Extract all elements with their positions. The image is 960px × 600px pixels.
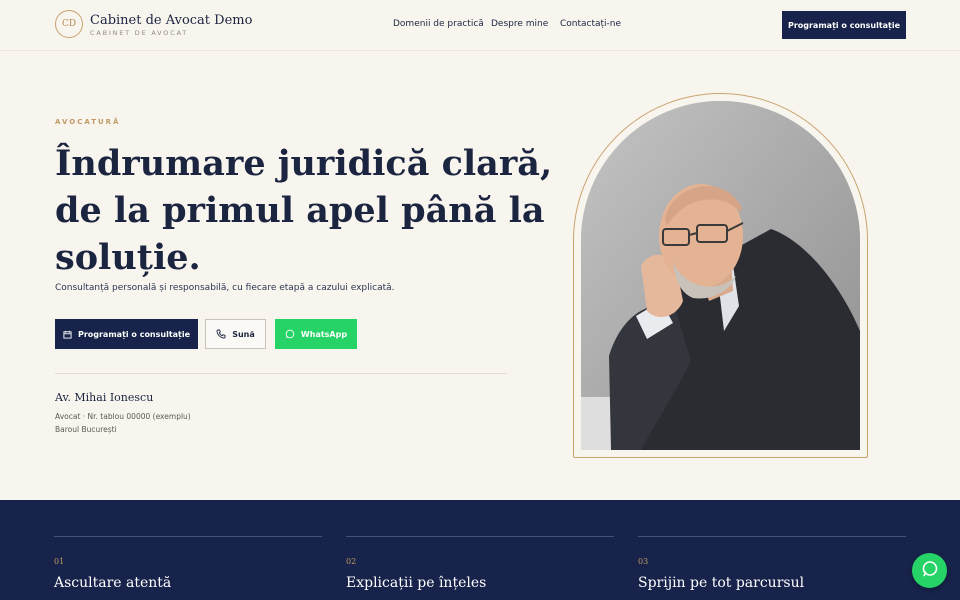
book-consultation-label: Programați o consultație	[77, 329, 191, 339]
hero-eyebrow: AVOCATURĂ	[55, 118, 121, 126]
nav-link-contact[interactable]: Contactați-ne	[560, 19, 621, 29]
headline-line: soluție.	[55, 237, 201, 278]
whatsapp-button[interactable]: WhatsApp	[275, 319, 357, 349]
site-header: CD Cabinet de Avocat Demo CABINET DE AVO…	[0, 0, 960, 51]
feature-number: 03	[638, 557, 649, 566]
whatsapp-icon	[285, 329, 295, 339]
nav-link-practice-areas[interactable]: Domenii de practică	[393, 19, 484, 29]
feature-number: 01	[54, 557, 65, 566]
header-cta-button[interactable]: Programați o consultație	[782, 11, 906, 39]
whatsapp-label: WhatsApp	[300, 329, 348, 339]
feature-card: 03 Sprijin pe tot parcursul	[638, 536, 906, 591]
lawyer-portrait-photo	[581, 101, 860, 450]
headline-line: de la primul apel până la	[55, 190, 545, 231]
feature-card: 02 Explicații pe înțeles	[346, 536, 614, 591]
logo-mark[interactable]: CD	[55, 10, 83, 38]
hero-divider	[55, 373, 507, 374]
headline-line: Îndrumare juridică clară,	[55, 143, 553, 184]
chat-icon	[921, 560, 939, 582]
book-consultation-button[interactable]: Programați o consultație	[55, 319, 198, 349]
lawyer-registration: Avocat · Nr. tablou 00000 (exemplu)	[55, 412, 191, 421]
feature-card: 01 Ascultare atentă	[54, 536, 322, 591]
call-label: Sună	[232, 329, 255, 339]
calendar-icon	[63, 330, 72, 339]
hero-lead: Consultanță personală și responsabilă, c…	[55, 283, 395, 293]
lawyer-credentials: Avocat · Nr. tablou 00000 (exemplu) Baro…	[55, 410, 191, 436]
portrait-illustration	[581, 101, 860, 450]
feature-title: Explicații pe înțeles	[346, 575, 487, 591]
call-button[interactable]: Sună	[205, 319, 266, 349]
brand-tagline: CABINET DE AVOCAT	[90, 29, 189, 37]
phone-icon	[216, 329, 226, 339]
lawyer-name: Av. Mihai Ionescu	[55, 391, 154, 404]
feature-title: Sprijin pe tot parcursul	[638, 575, 805, 591]
feature-number: 02	[346, 557, 357, 566]
brand-name[interactable]: Cabinet de Avocat Demo	[90, 13, 252, 28]
feature-title: Ascultare atentă	[54, 575, 172, 591]
chat-fab-button[interactable]	[912, 553, 947, 588]
lawyer-bar: Baroul București	[55, 425, 117, 434]
nav-link-about[interactable]: Despre mine	[491, 19, 548, 29]
hero-headline: Îndrumare juridică clară, de la primul a…	[55, 140, 553, 281]
